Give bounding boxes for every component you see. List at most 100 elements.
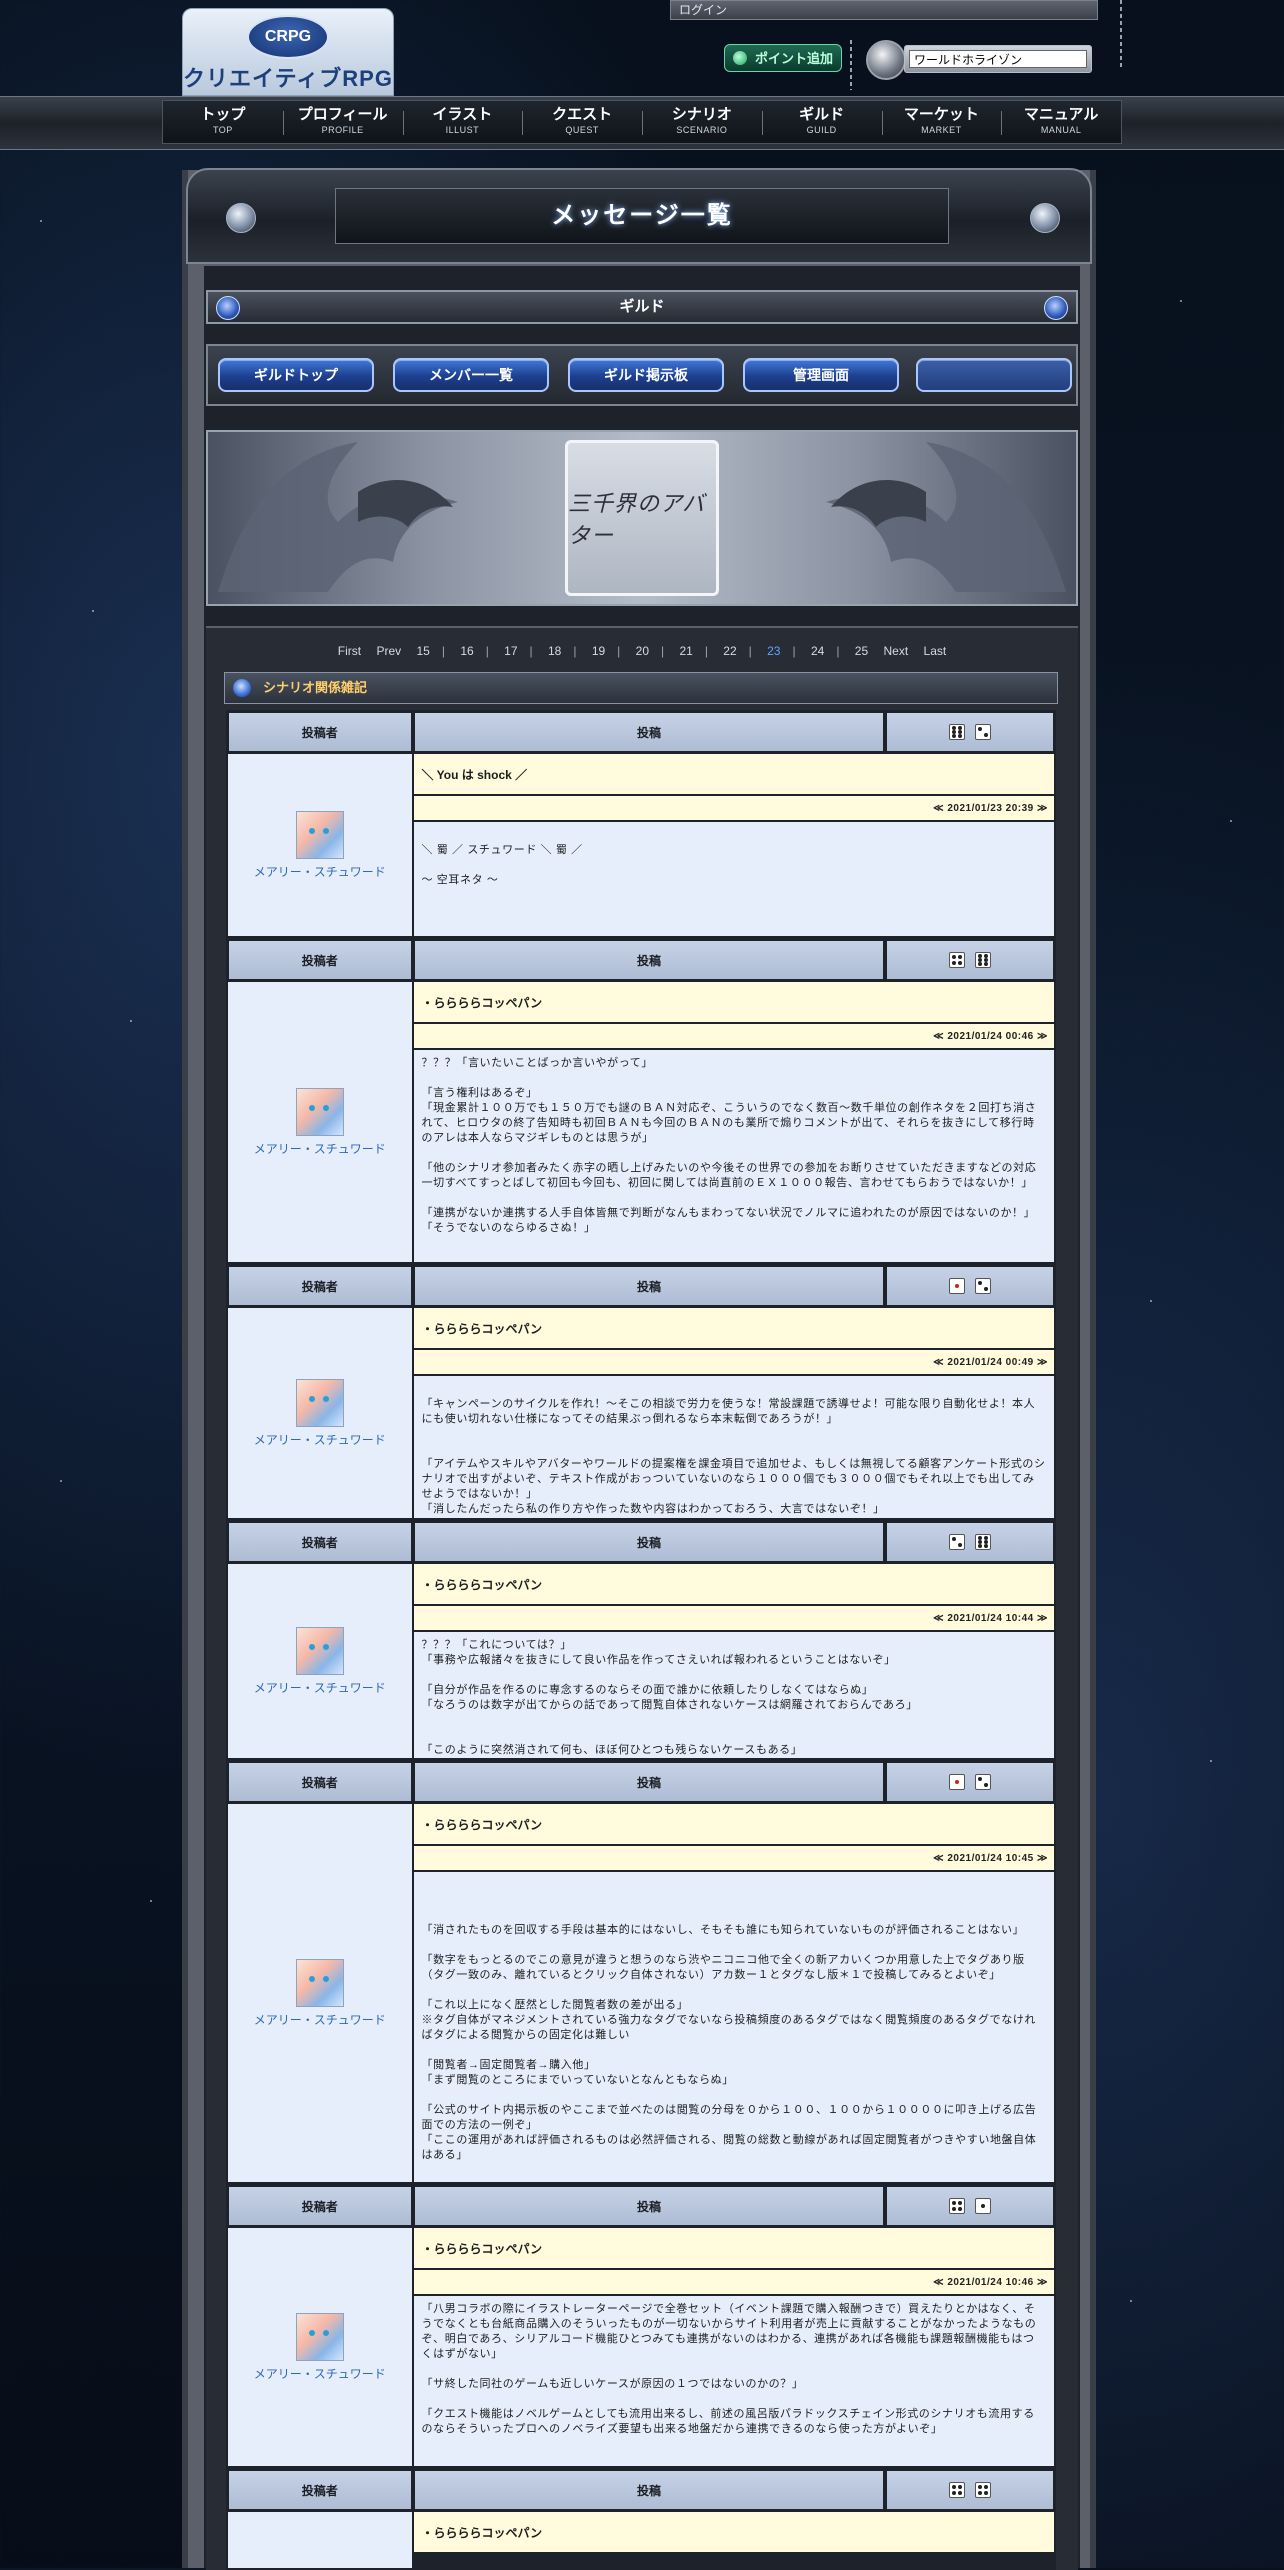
banner-logo: 三千界のアバター bbox=[568, 492, 706, 549]
post-column-header: 投稿 bbox=[413, 1762, 885, 1802]
avatar[interactable] bbox=[295, 1958, 344, 2007]
post-subject: ・ららららコッペパン bbox=[413, 982, 1054, 1024]
star bbox=[150, 1900, 152, 1902]
post-content-cell: ・ららららコッペパン ≪ 2021/01/24 00:49 ≫ 「キャンペーンの… bbox=[413, 1308, 1054, 1518]
nav-profile[interactable]: プロフィール PROFILE bbox=[282, 101, 403, 143]
dice-cell bbox=[886, 2470, 1054, 2510]
dragon-left-image bbox=[218, 442, 458, 592]
page-15[interactable]: 15 bbox=[411, 644, 436, 658]
gem-icon bbox=[733, 51, 747, 65]
page-19[interactable]: 19 bbox=[586, 644, 611, 658]
nav-guild[interactable]: ギルド GUILD bbox=[761, 101, 882, 143]
tab-guild-board[interactable]: ギルド掲示板 bbox=[568, 358, 724, 392]
post: 投稿者 投稿 メアリー・スチュワード ・ららららコッペパン ≪ 2021/01/… bbox=[226, 2184, 1056, 2468]
post-subject: ・ららららコッペパン bbox=[413, 2512, 1054, 2554]
dice-cell bbox=[886, 712, 1054, 752]
page-18[interactable]: 18 bbox=[542, 644, 567, 658]
avatar[interactable] bbox=[295, 1626, 344, 1675]
avatar[interactable] bbox=[295, 2312, 344, 2361]
site-logo[interactable]: CRPG クリエイティブRPG bbox=[182, 8, 394, 96]
dice-icon bbox=[949, 1774, 966, 1790]
nav-scenario[interactable]: シナリオ SCENARIO bbox=[642, 101, 762, 143]
author-name-link[interactable]: メアリー・スチュワード bbox=[254, 2011, 386, 2028]
post-content-cell: ・ららららコッペパン ≪ 2021/01/24 10:46 ≫ 「八男コラボの際… bbox=[413, 2228, 1054, 2466]
nav-top[interactable]: トップ TOP bbox=[163, 101, 283, 143]
nav-label: マーケット bbox=[903, 106, 979, 123]
avatar[interactable] bbox=[295, 1378, 344, 1427]
dice-icon bbox=[949, 1278, 966, 1294]
post-column-header: 投稿 bbox=[413, 2186, 885, 2226]
author-name-link[interactable]: メアリー・スチュワード bbox=[254, 1679, 386, 1696]
page-20[interactable]: 20 bbox=[630, 644, 655, 658]
logo-emblem: CRPG bbox=[247, 15, 329, 59]
category-bar: シナリオ関係雑記 bbox=[224, 672, 1058, 704]
tab-member-list[interactable]: メンバー一覧 bbox=[393, 358, 549, 392]
page-17[interactable]: 17 bbox=[498, 644, 523, 658]
post-body: 「消されたものを回収する手段は基本的にはないし、そもそも誰にも知られていないもの… bbox=[413, 1872, 1054, 2182]
page-title: メッセージ一覧 bbox=[335, 188, 949, 244]
nav-sublabel: SCENARIO bbox=[676, 125, 728, 135]
add-points-button[interactable]: ポイント追加 bbox=[724, 44, 842, 72]
nav-quest[interactable]: クエスト QUEST bbox=[522, 101, 642, 143]
nav-manual[interactable]: マニュアル MANUAL bbox=[1001, 101, 1121, 143]
nav-illust[interactable]: イラスト ILLUST bbox=[402, 101, 523, 143]
banner-logo-frame[interactable]: 三千界のアバター bbox=[565, 440, 719, 596]
next-arrow-icon[interactable] bbox=[1044, 296, 1068, 320]
dice-icon bbox=[975, 724, 992, 740]
dice-cell bbox=[886, 940, 1054, 980]
page-25[interactable]: 25 bbox=[849, 644, 874, 658]
prev-arrow-icon[interactable] bbox=[216, 296, 240, 320]
post-subject: ・ららららコッペパン bbox=[413, 2228, 1054, 2270]
avatar[interactable] bbox=[295, 810, 344, 859]
post: 投稿者 投稿 ・ららららコッペパン bbox=[226, 2468, 1056, 2570]
orb-icon bbox=[226, 203, 256, 233]
author-column-header: 投稿者 bbox=[228, 1266, 412, 1306]
dice-icon bbox=[949, 724, 966, 740]
guild-tabs: ギルドトップ メンバー一覧 ギルド掲示板 管理画面 bbox=[206, 344, 1078, 406]
world-orb-icon bbox=[866, 40, 906, 80]
post-subject: ＼ You は shock ／ bbox=[413, 754, 1054, 796]
star bbox=[1150, 1300, 1152, 1302]
nav-sublabel: ILLUST bbox=[445, 125, 480, 135]
page-21[interactable]: 21 bbox=[673, 644, 698, 658]
post-body-row: メアリー・スチュワード ・ららららコッペパン ≪ 2021/01/24 00:4… bbox=[226, 1306, 1056, 1520]
page-22[interactable]: 22 bbox=[717, 644, 742, 658]
world-input[interactable] bbox=[909, 50, 1087, 68]
avatar[interactable] bbox=[295, 1087, 344, 1136]
dice-icon bbox=[975, 1534, 992, 1550]
author-cell: メアリー・スチュワード bbox=[228, 1308, 412, 1518]
post-column-header: 投稿 bbox=[413, 2470, 885, 2510]
tab-admin[interactable]: 管理画面 bbox=[743, 358, 899, 392]
dragon-right-image bbox=[826, 442, 1066, 592]
post-date: ≪ 2021/01/24 10:44 ≫ bbox=[413, 1606, 1054, 1632]
tab-guild-top[interactable]: ギルドトップ bbox=[218, 358, 374, 392]
post-body-row: ・ららららコッペパン bbox=[226, 2510, 1056, 2570]
login-link[interactable]: ログイン bbox=[670, 0, 1098, 20]
author-name-link[interactable]: メアリー・スチュワード bbox=[254, 863, 386, 880]
post-content-cell: ＼ You は shock ／ ≪ 2021/01/23 20:39 ≫ ＼ 蜀… bbox=[413, 754, 1054, 936]
guild-header-label: ギルド bbox=[619, 298, 665, 315]
post-body-row: メアリー・スチュワード ＼ You は shock ／ ≪ 2021/01/23… bbox=[226, 752, 1056, 938]
page-first[interactable]: First bbox=[332, 644, 367, 658]
add-points-label: ポイント追加 bbox=[755, 51, 834, 66]
author-name-link[interactable]: メアリー・スチュワード bbox=[254, 1140, 386, 1157]
post-body: ？？？「言いたいことばっか言いやがって」 「言う権利はあるぞ」 「現金累計１００… bbox=[413, 1050, 1054, 1262]
page-last[interactable]: Last bbox=[918, 644, 953, 658]
author-name-link[interactable]: メアリー・スチュワード bbox=[254, 2365, 386, 2382]
tab-empty[interactable] bbox=[916, 358, 1072, 392]
star bbox=[1230, 820, 1232, 822]
post: 投稿者 投稿 メアリー・スチュワード ＼ You は shock ／ ≪ 202… bbox=[226, 710, 1056, 938]
page-16[interactable]: 16 bbox=[454, 644, 479, 658]
page-23-current: 23 bbox=[767, 644, 781, 658]
post-header-row: 投稿者 投稿 bbox=[226, 710, 1056, 752]
post: 投稿者 投稿 メアリー・スチュワード ・ららららコッペパン ≪ 2021/01/… bbox=[226, 1264, 1056, 1520]
post-subject: ・ららららコッペパン bbox=[413, 1804, 1054, 1846]
pagination: First Prev 15 | 16 | 17 | 18 | 19 | 20 | 21 | 2… bbox=[206, 644, 1078, 662]
page-prev[interactable]: Prev bbox=[370, 644, 407, 658]
page-next[interactable]: Next bbox=[877, 644, 914, 658]
author-column-header: 投稿者 bbox=[228, 2470, 412, 2510]
author-name-link[interactable]: メアリー・スチュワード bbox=[254, 1431, 386, 1448]
post: 投稿者 投稿 メアリー・スチュワード ・ららららコッペパン ≪ 2021/01/… bbox=[226, 938, 1056, 1264]
page-24[interactable]: 24 bbox=[805, 644, 830, 658]
nav-market[interactable]: マーケット MARKET bbox=[881, 101, 1002, 143]
